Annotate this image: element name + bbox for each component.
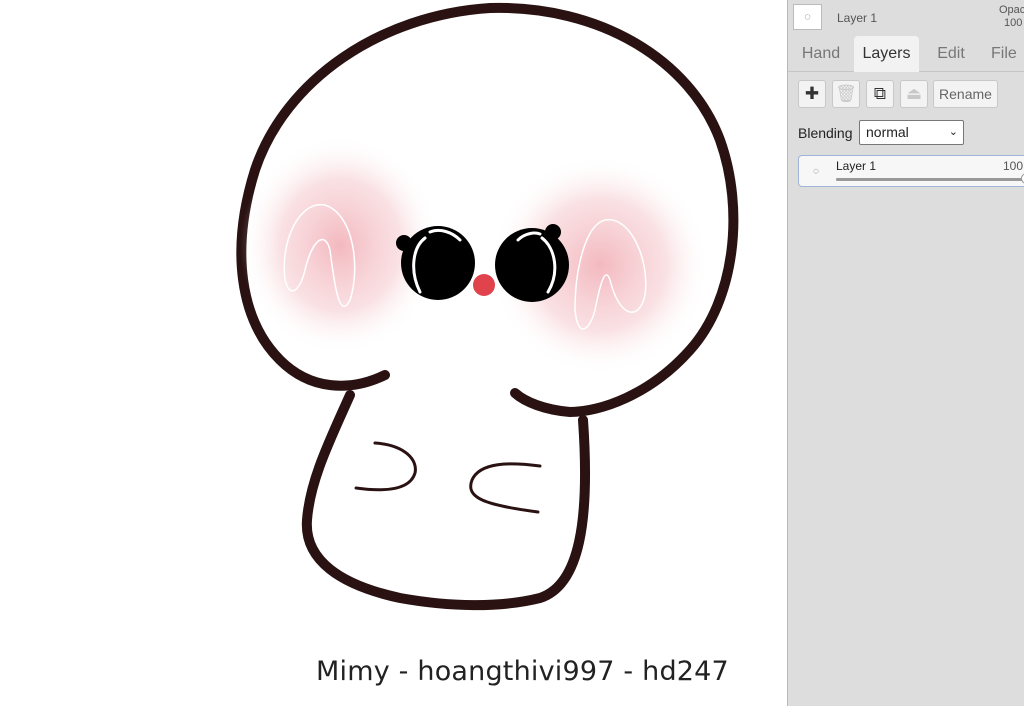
- layer-preview-icon: ◌: [804, 11, 811, 23]
- current-layer-info: ◌ Layer 1 Opac 100: [788, 0, 1024, 36]
- panel-tabs: Hand Layers Edit File: [788, 36, 1024, 72]
- delete-layer-button[interactable]: 🗑: [832, 80, 860, 108]
- tab-edit[interactable]: Edit: [927, 36, 975, 71]
- layer-opacity-value: 100: [1003, 159, 1024, 173]
- blending-label: Blending: [798, 125, 853, 141]
- layer-preview-icon: ◌: [813, 165, 819, 177]
- left-eye: [401, 226, 475, 300]
- layer-toolbar: ✚ 🗑 ⧉ ⏏ Rename: [788, 80, 1024, 112]
- duplicate-layer-button[interactable]: ⧉: [866, 80, 894, 108]
- blending-mode-value: normal: [866, 124, 909, 140]
- right-eye: [495, 228, 569, 302]
- layer-list-item[interactable]: ◌ Layer 1 100: [798, 155, 1024, 187]
- add-layer-button[interactable]: ✚: [798, 80, 826, 108]
- plus-icon: ✚: [804, 84, 820, 103]
- layer-opacity-slider[interactable]: [836, 173, 1024, 184]
- merge-down-button[interactable]: ⏏: [900, 80, 928, 108]
- tab-file[interactable]: File: [991, 36, 1024, 71]
- merge-down-icon: ⏏: [905, 84, 923, 103]
- character-artwork: [236, 2, 739, 611]
- opacity-label: Opac: [999, 4, 1024, 16]
- current-layer-name: Layer 1: [837, 11, 878, 25]
- trash-icon: 🗑: [835, 84, 857, 103]
- rename-layer-button[interactable]: Rename: [933, 80, 998, 108]
- body-outline: [301, 390, 591, 611]
- nose: [473, 274, 495, 296]
- chevron-down-icon: ⌄: [948, 126, 958, 138]
- side-panel: ◌ Layer 1 Opac 100 Hand Layers Edit File…: [787, 0, 1024, 706]
- layer-name: Layer 1: [836, 159, 877, 173]
- tab-layers[interactable]: Layers: [854, 36, 919, 72]
- blending-mode-select[interactable]: normal ⌄: [859, 120, 964, 145]
- slider-fill: [836, 178, 1024, 181]
- duplicate-icon: ⧉: [873, 84, 887, 103]
- layer-thumbnail[interactable]: ◌: [793, 4, 822, 30]
- artwork-caption: Mimy - hoangthivi997 - hd247: [316, 656, 729, 687]
- drawing-canvas[interactable]: Mimy - hoangthivi997 - hd247: [0, 0, 787, 706]
- opacity-value: 100: [1004, 17, 1023, 29]
- tab-hand[interactable]: Hand: [794, 36, 848, 71]
